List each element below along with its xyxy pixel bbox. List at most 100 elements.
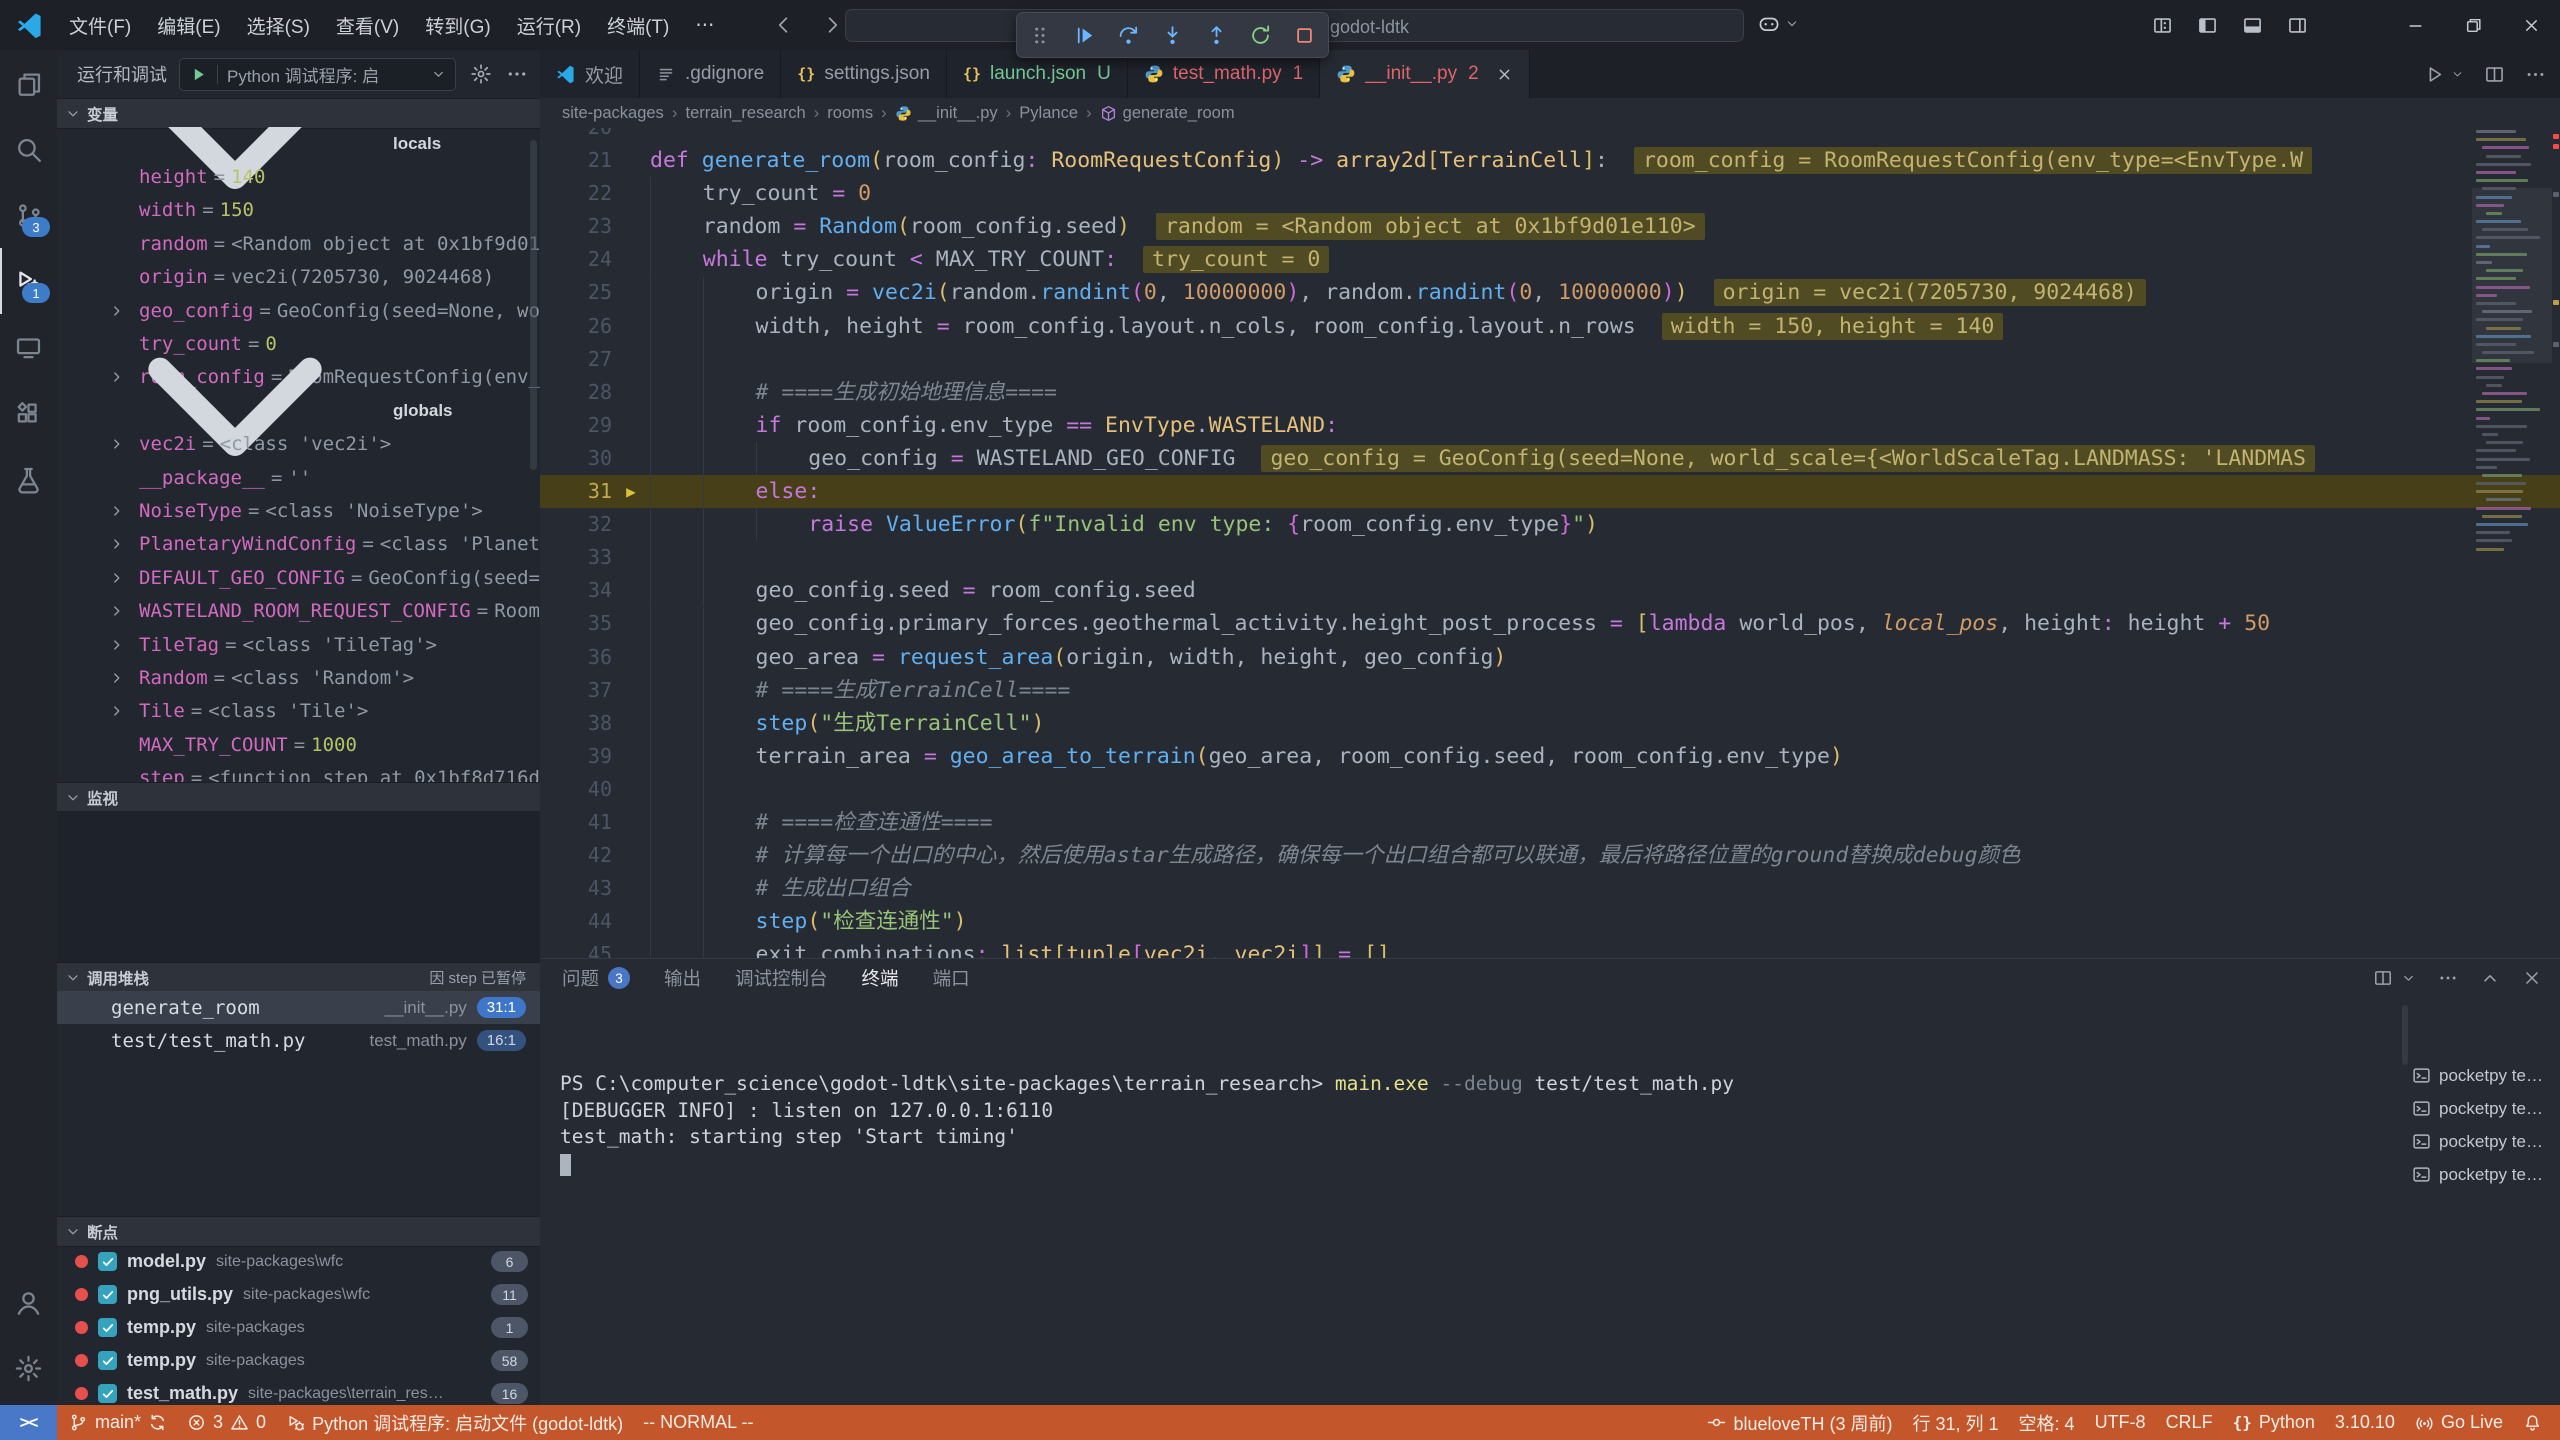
more-actions-icon[interactable] xyxy=(2438,968,2458,988)
run-file-icon[interactable] xyxy=(2424,64,2445,85)
code-line[interactable]: 38step("生成TerrainCell") xyxy=(540,707,2560,740)
activity-testing[interactable] xyxy=(0,446,57,512)
code-line[interactable]: 25origin = vec2i(random.randint(0, 10000… xyxy=(540,276,2560,309)
remote-indicator[interactable]: >< xyxy=(0,1405,57,1440)
code-line[interactable]: 37# ====生成TerrainCell==== xyxy=(540,674,2560,707)
variable-group[interactable]: locals xyxy=(57,127,540,160)
stack-frame[interactable]: generate_room__init__.py31:1 xyxy=(57,991,540,1024)
breakpoint-row[interactable]: model.pysite-packages\wfc6 xyxy=(57,1245,540,1278)
activity-account[interactable] xyxy=(0,1269,57,1335)
menu-item[interactable]: 编辑(E) xyxy=(144,12,233,39)
maximize-panel-icon[interactable] xyxy=(2480,968,2500,988)
terminal-instance[interactable]: pocketpy te… xyxy=(2412,1158,2554,1191)
breakpoint-row[interactable]: png_utils.pysite-packages\wfc11 xyxy=(57,1278,540,1311)
code-line[interactable]: 35geo_config.primary_forces.geothermal_a… xyxy=(540,607,2560,640)
status-git-branch[interactable]: main* xyxy=(59,1405,177,1440)
breadcrumb-item[interactable]: Pylance xyxy=(1019,104,1078,123)
terminal-instance[interactable]: pocketpy te… xyxy=(2412,1059,2554,1092)
menu-item[interactable]: ⋯ xyxy=(682,14,727,37)
callstack-section-header[interactable]: 调用堆栈 因 step 已暂停 xyxy=(57,962,540,993)
watch-section-header[interactable]: 监视 xyxy=(57,782,540,813)
layout-right-icon[interactable] xyxy=(2287,15,2308,36)
breakpoint-row[interactable]: test_math.pysite-packages\terrain_res…16 xyxy=(57,1377,540,1405)
menu-item[interactable]: 终端(T) xyxy=(594,12,682,39)
code-line[interactable]: 42# 计算每一个出口的中心，然后使用astar生成路径，确保每一个出口组合都可… xyxy=(540,839,2560,872)
menu-item[interactable]: 查看(V) xyxy=(323,12,412,39)
activity-explorer[interactable] xyxy=(0,50,57,116)
split-terminal-icon[interactable] xyxy=(2373,968,2393,988)
drag-grip-icon[interactable] xyxy=(1029,24,1052,47)
close-panel-icon[interactable] xyxy=(2522,968,2542,988)
status-go-live[interactable]: Go Live xyxy=(2405,1405,2513,1440)
step-out-icon[interactable] xyxy=(1205,24,1228,47)
code-line[interactable]: 39terrain_area = geo_area_to_terrain(geo… xyxy=(540,740,2560,773)
minimap[interactable] xyxy=(2476,130,2548,560)
menu-item[interactable]: 选择(S) xyxy=(234,12,323,39)
status-cursor-position[interactable]: 行 31, 列 1 xyxy=(1903,1405,2009,1440)
checkbox-checked[interactable] xyxy=(98,1351,117,1370)
stack-frame[interactable]: test/test_math.pytest_math.py16:1 xyxy=(57,1024,540,1057)
layout-grid-icon[interactable] xyxy=(2152,15,2173,36)
tab-__init__.py[interactable]: __init__.py2 xyxy=(1320,50,1529,98)
code-line[interactable]: 44step("检查连通性") xyxy=(540,905,2560,938)
back-arrow-icon[interactable] xyxy=(773,14,795,36)
code-line[interactable]: 23random = Random(room_config.seed)rando… xyxy=(540,210,2560,243)
scrollbar[interactable] xyxy=(530,140,537,470)
step-into-icon[interactable] xyxy=(1161,24,1184,47)
status-python-version[interactable]: 3.10.10 xyxy=(2325,1405,2405,1440)
layout-bottom-icon[interactable] xyxy=(2242,15,2263,36)
minimize-button[interactable] xyxy=(2386,0,2444,50)
stop-icon[interactable] xyxy=(1293,24,1316,47)
terminal-instance[interactable]: pocketpy te… xyxy=(2412,1125,2554,1158)
tab-欢迎[interactable]: 欢迎 xyxy=(540,50,640,98)
breakpoint-row[interactable]: temp.pysite-packages1 xyxy=(57,1311,540,1344)
terminal-output[interactable]: PS C:\computer_science\godot-ldtk\site-p… xyxy=(560,1071,2400,1180)
layout-left-icon[interactable] xyxy=(2197,15,2218,36)
variable-row[interactable]: step=<function step at 0x1bf8d716d xyxy=(57,761,540,782)
variable-row[interactable]: TileTag=<class 'TileTag'> xyxy=(57,628,540,661)
status-language-mode[interactable]: {}Python xyxy=(2223,1405,2325,1440)
breadcrumb-item[interactable]: generate_room xyxy=(1100,104,1235,123)
code-line[interactable]: 27 xyxy=(540,343,2560,376)
code-line[interactable]: 33 xyxy=(540,541,2560,574)
breadcrumb-item[interactable]: terrain_research xyxy=(685,104,805,123)
start-debug-icon[interactable] xyxy=(189,65,208,84)
checkbox-checked[interactable] xyxy=(98,1384,117,1403)
code-line[interactable]: 26width, height = room_config.layout.n_c… xyxy=(540,310,2560,343)
activity-run-debug[interactable]: 1 xyxy=(0,248,57,314)
forward-arrow-icon[interactable] xyxy=(821,14,843,36)
restart-icon[interactable] xyxy=(1249,24,1272,47)
status-notifications[interactable] xyxy=(2513,1405,2552,1440)
status-eol[interactable]: CRLF xyxy=(2156,1405,2223,1440)
panel-tab-输出[interactable]: 输出 xyxy=(664,959,701,997)
code-line[interactable]: 43# 生成出口组合 xyxy=(540,872,2560,905)
scrollbar[interactable] xyxy=(2402,1005,2408,1065)
variable-row[interactable]: DEFAULT_GEO_CONFIG=GeoConfig(seed=1… xyxy=(57,561,540,594)
activity-extensions[interactable] xyxy=(0,380,57,446)
panel-tab-问题[interactable]: 问题3 xyxy=(562,959,630,997)
status-debug-session[interactable]: Python 调试程序: 启动文件 (godot-ldtk) xyxy=(276,1405,633,1440)
activity-source-control[interactable]: 3 xyxy=(0,182,57,248)
panel-tab-调试控制台[interactable]: 调试控制台 xyxy=(735,959,828,997)
panel-tab-终端[interactable]: 终端 xyxy=(862,959,899,997)
code-line[interactable]: 40 xyxy=(540,773,2560,806)
close-button[interactable] xyxy=(2502,0,2560,50)
status-problems[interactable]: 30 xyxy=(177,1405,276,1440)
panel-tab-端口[interactable]: 端口 xyxy=(933,959,970,997)
code-line[interactable]: 22try_count = 0 xyxy=(540,177,2560,210)
status-indentation[interactable]: 空格: 4 xyxy=(2009,1405,2085,1440)
breadcrumb-item[interactable]: site-packages xyxy=(562,104,664,123)
debug-config-dropdown[interactable]: Python 调试程序: 启 xyxy=(179,58,456,91)
variable-row[interactable]: MAX_TRY_COUNT=1000 xyxy=(57,728,540,761)
checkbox-checked[interactable] xyxy=(98,1252,117,1271)
code-line[interactable]: 34geo_config.seed = room_config.seed xyxy=(540,574,2560,607)
checkbox-checked[interactable] xyxy=(98,1318,117,1337)
variable-group[interactable]: globals xyxy=(57,394,540,427)
menu-item[interactable]: 运行(R) xyxy=(504,12,594,39)
tab-.gdignore[interactable]: .gdignore xyxy=(640,50,781,98)
code-line[interactable]: 29if room_config.env_type == EnvType.WAS… xyxy=(540,409,2560,442)
code-line[interactable]: 30geo_config = WASTELAND_GEO_CONFIGgeo_c… xyxy=(540,442,2560,475)
variable-row[interactable]: Random=<class 'Random'> xyxy=(57,661,540,694)
tab-settings.json[interactable]: {}settings.json xyxy=(781,50,947,98)
code-line[interactable]: 41# ====检查连通性==== xyxy=(540,806,2560,839)
